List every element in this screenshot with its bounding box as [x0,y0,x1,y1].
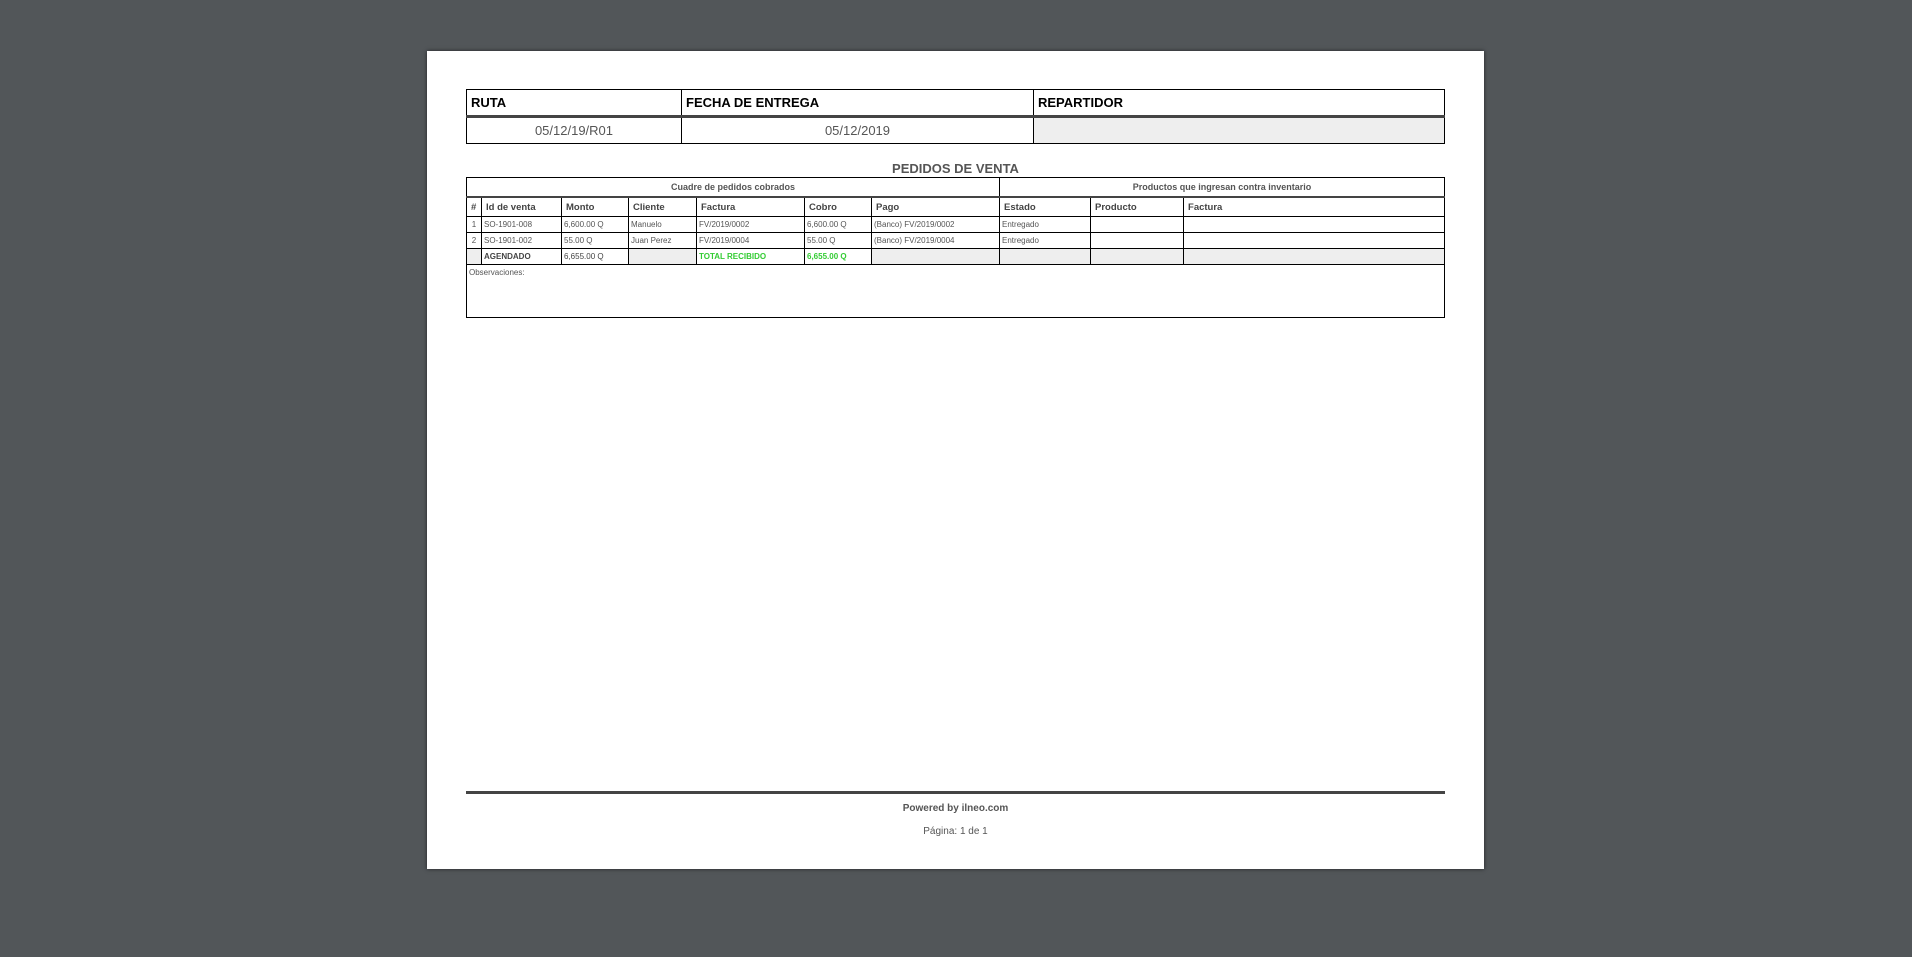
delivery-date-label: FECHA DE ENTREGA [681,89,1034,118]
cell-sale-id: SO-1901-002 [481,232,562,249]
column-header-amount: Monto [561,196,629,217]
totals-empty-cell [628,248,697,265]
delivery-date-value: 05/12/2019 [681,116,1034,144]
total-received-label: TOTAL RECIBIDO [696,248,805,265]
column-header-product-invoice: Factura [1183,196,1445,217]
column-header-number: # [466,196,482,217]
page-number: Página: 1 de 1 [923,826,988,837]
route-header-table: RUTA FECHA DE ENTREGA REPARTIDOR 05/12/1… [466,89,1445,144]
total-received-amount: 6,655.00 Q [804,248,872,265]
cell-collection: 6,600.00 Q [804,216,872,233]
cell-amount: 55.00 Q [561,232,629,249]
table-row: 1 SO-1901-008 6,600.00 Q Manuelo FV/2019… [466,216,1445,233]
cell-number: 2 [466,232,482,249]
cell-collection: 55.00 Q [804,232,872,249]
column-header-client: Cliente [628,196,697,217]
column-header-invoice: Factura [696,196,805,217]
cell-invoice: FV/2019/0004 [696,232,805,249]
cell-product-invoice [1183,216,1445,233]
observations-box: Observaciones: [466,264,1445,318]
cell-payment: (Banco) FV/2019/0004 [870,232,1001,249]
cell-sale-id: SO-1901-008 [481,216,562,233]
totals-row: AGENDADO 6,655.00 Q TOTAL RECIBIDO 6,655… [466,248,1445,265]
section-title: PEDIDOS DE VENTA [892,161,1019,176]
cell-amount: 6,600.00 Q [561,216,629,233]
footer-divider [466,791,1445,794]
powered-by-text: Powered by ilneo.com [902,803,1009,814]
cell-product-invoice [1183,232,1445,249]
cell-client: Juan Perez [628,232,697,249]
cell-status: Entregado [999,216,1092,233]
column-header-collection: Cobro [804,196,872,217]
driver-label: REPARTIDOR [1033,89,1445,118]
column-header-product: Producto [1090,196,1185,217]
route-value: 05/12/19/R01 [466,116,682,144]
scheduled-amount: 6,655.00 Q [561,248,629,265]
table-row: 2 SO-1901-002 55.00 Q Juan Perez FV/2019… [466,232,1445,249]
cell-product [1090,232,1185,249]
cell-product [1090,216,1185,233]
cell-payment: (Banco) FV/2019/0002 [870,216,1001,233]
report-content: RUTA FECHA DE ENTREGA REPARTIDOR 05/12/1… [465,89,1445,318]
column-header-sale-id: Id de venta [481,196,562,217]
column-header-status: Estado [999,196,1092,217]
cell-status: Entregado [999,232,1092,249]
scheduled-label: AGENDADO [481,248,562,265]
sales-orders-table: Cuadre de pedidos cobrados Productos que… [465,177,1445,318]
totals-empty-cell [466,248,482,265]
column-header-payment: Pago [870,196,1001,217]
driver-value [1033,116,1445,144]
totals-empty-cell [1183,248,1445,265]
cell-number: 1 [466,216,482,233]
cell-invoice: FV/2019/0002 [696,216,805,233]
totals-empty-cell [1090,248,1185,265]
report-page: RUTA FECHA DE ENTREGA REPARTIDOR 05/12/1… [427,51,1484,869]
totals-empty-cell [870,248,1001,265]
route-label: RUTA [466,89,682,118]
group-header-inventory: Productos que ingresan contra inventario [999,177,1445,198]
group-header-collected: Cuadre de pedidos cobrados [465,177,1001,198]
totals-empty-cell [999,248,1092,265]
cell-client: Manuelo [628,216,697,233]
